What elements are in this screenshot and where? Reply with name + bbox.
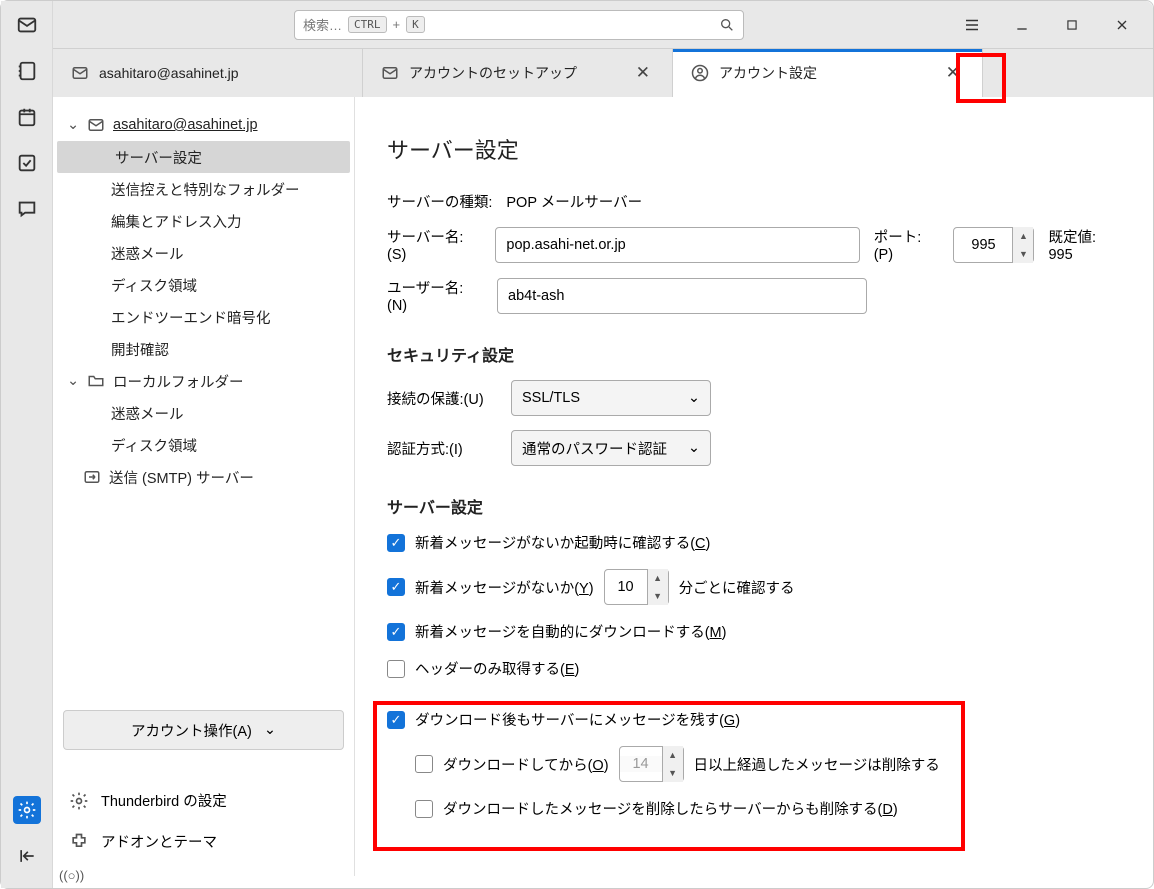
settings-sidebar: ⌄ asahitaro@asahinet.jp サーバー設定 送信控えと特別なフ…	[53, 97, 355, 876]
window-controls	[961, 14, 1145, 36]
gear-icon	[69, 791, 89, 811]
folder-icon	[87, 372, 105, 390]
section-server: サーバー設定	[387, 494, 1123, 518]
connection-security-select[interactable]: SSL/TLS⌄	[511, 380, 711, 416]
tree-item-local-disk[interactable]: ディスク領域	[53, 429, 354, 461]
account-icon	[691, 64, 709, 82]
status-indicator: ((○))	[59, 868, 84, 883]
thunderbird-settings-link[interactable]: Thunderbird の設定	[63, 780, 344, 821]
page-title: サーバー設定	[387, 133, 1123, 165]
tab-label: asahitaro@asahinet.jp	[99, 65, 239, 81]
tab-strip: asahitaro@asahinet.jp アカウントのセットアップ ✕ アカウ…	[53, 49, 1153, 97]
chat-icon[interactable]	[13, 195, 41, 223]
spin-up-icon: ▲	[663, 746, 683, 764]
chevron-down-icon: ⌄	[688, 440, 700, 456]
calendar-icon[interactable]	[13, 103, 41, 131]
check-delete-after-days[interactable]: ダウンロードしてから(O) ▲▼ 日以上経過したメッセージは削除する	[387, 746, 1123, 782]
server-type-label: サーバーの種類:	[387, 191, 492, 212]
checkbox-icon[interactable]: ✓	[387, 534, 405, 552]
tab-account-setup[interactable]: アカウントのセットアップ ✕	[363, 49, 673, 97]
server-name-input[interactable]	[495, 227, 859, 263]
tab-account-settings[interactable]: アカウント設定 ✕	[673, 49, 983, 97]
tree-label: asahitaro@asahinet.jp	[113, 117, 258, 133]
chevron-down-icon: ⌄	[67, 373, 79, 389]
addon-icon	[69, 832, 89, 852]
search-input[interactable]: 検索… CTRL + K	[294, 10, 744, 40]
kbd-k: K	[406, 16, 425, 33]
kbd-ctrl: CTRL	[348, 16, 387, 33]
settings-icon[interactable]	[13, 796, 41, 824]
connection-security-label: 接続の保護:(U)	[387, 388, 497, 409]
spin-down-icon: ▼	[663, 764, 683, 782]
check-headers-only[interactable]: ヘッダーのみ取得する(E)	[387, 658, 1123, 679]
activity-bar	[1, 1, 53, 888]
auth-method-select[interactable]: 通常のパスワード認証⌄	[511, 430, 711, 466]
settings-content: サーバー設定 サーバーの種類: POP メールサーバー サーバー名:(S) ポー…	[355, 97, 1153, 876]
mail-icon	[71, 64, 89, 82]
close-icon[interactable]: ✕	[942, 61, 964, 85]
maximize-button[interactable]	[1061, 14, 1083, 36]
server-name-label: サーバー名:(S)	[387, 226, 481, 263]
checkbox-icon[interactable]	[415, 755, 433, 773]
tree-item-local-junk[interactable]: 迷惑メール	[53, 397, 354, 429]
close-button[interactable]	[1111, 14, 1133, 36]
checkbox-icon[interactable]: ✓	[387, 578, 405, 596]
addons-link[interactable]: アドオンとテーマ	[63, 821, 344, 862]
server-type-value: POP メールサーバー	[506, 191, 642, 212]
addressbook-icon[interactable]	[13, 57, 41, 85]
tab-mailbox[interactable]: asahitaro@asahinet.jp	[53, 49, 363, 97]
days-stepper[interactable]: ▲▼	[619, 746, 684, 782]
check-auto-download[interactable]: ✓ 新着メッセージを自動的にダウンロードする(M)	[387, 621, 1123, 642]
checkbox-icon[interactable]	[415, 800, 433, 818]
chevron-down-icon: ⌄	[688, 390, 700, 406]
account-actions-button[interactable]: アカウント操作(A) ⌄	[63, 710, 344, 750]
spin-up-icon[interactable]: ▲	[1013, 227, 1033, 245]
auth-method-label: 認証方式:(I)	[387, 438, 497, 459]
spin-down-icon[interactable]: ▼	[1013, 245, 1033, 263]
port-default-label: 既定値: 995	[1048, 226, 1123, 263]
username-input[interactable]	[497, 278, 867, 314]
collapse-icon[interactable]	[13, 842, 41, 870]
search-placeholder: 検索…	[303, 15, 342, 34]
port-stepper[interactable]: ▲▼	[953, 227, 1034, 263]
titlebar: 検索… CTRL + K	[1, 1, 1153, 49]
checkbox-icon[interactable]: ✓	[387, 623, 405, 641]
search-icon[interactable]	[719, 17, 735, 33]
tree-item-e2e[interactable]: エンドツーエンド暗号化	[53, 301, 354, 333]
username-label: ユーザー名:(N)	[387, 277, 483, 314]
outgoing-icon	[83, 468, 101, 486]
tree-item-receipts[interactable]: 開封確認	[53, 333, 354, 365]
checkbox-icon[interactable]	[387, 660, 405, 678]
check-startup[interactable]: ✓ 新着メッセージがないか起動時に確認する(C)	[387, 532, 1123, 553]
account-tree: ⌄ asahitaro@asahinet.jp サーバー設定 送信控えと特別なフ…	[53, 109, 354, 493]
tree-item-junk[interactable]: 迷惑メール	[53, 237, 354, 269]
tab-label: アカウントのセットアップ	[409, 63, 577, 83]
mail-icon[interactable]	[13, 11, 41, 39]
mail-icon	[381, 64, 399, 82]
check-delete-from-server[interactable]: ダウンロードしたメッセージを削除したらサーバーからも削除する(D)	[387, 798, 1123, 819]
tree-item-copies[interactable]: 送信控えと特別なフォルダー	[53, 173, 354, 205]
tab-label: アカウント設定	[719, 63, 817, 83]
mail-icon	[87, 116, 105, 134]
chevron-down-icon: ⌄	[67, 117, 79, 133]
tree-item-compose[interactable]: 編集とアドレス入力	[53, 205, 354, 237]
check-interval[interactable]: ✓ 新着メッセージがないか(Y) ▲▼ 分ごとに確認する	[387, 569, 1123, 605]
minimize-button[interactable]	[1011, 14, 1033, 36]
tasks-icon[interactable]	[13, 149, 41, 177]
checkbox-icon[interactable]: ✓	[387, 711, 405, 729]
spin-down-icon[interactable]: ▼	[648, 587, 668, 605]
tree-smtp[interactable]: 送信 (SMTP) サーバー	[53, 461, 354, 493]
interval-stepper[interactable]: ▲▼	[604, 569, 669, 605]
tree-local-folders[interactable]: ⌄ ローカルフォルダー	[53, 365, 354, 397]
check-leave-on-server[interactable]: ✓ ダウンロード後もサーバーにメッセージを残す(G)	[387, 709, 1123, 730]
section-security: セキュリティ設定	[387, 342, 1123, 366]
tree-account[interactable]: ⌄ asahitaro@asahinet.jp	[53, 109, 354, 141]
close-icon[interactable]: ✕	[632, 61, 654, 85]
tree-item-server-settings[interactable]: サーバー設定	[57, 141, 350, 173]
chevron-down-icon: ⌄	[264, 722, 276, 738]
tree-item-disk[interactable]: ディスク領域	[53, 269, 354, 301]
menu-icon[interactable]	[961, 14, 983, 36]
port-label: ポート:(P)	[874, 226, 940, 263]
spin-up-icon[interactable]: ▲	[648, 569, 668, 587]
